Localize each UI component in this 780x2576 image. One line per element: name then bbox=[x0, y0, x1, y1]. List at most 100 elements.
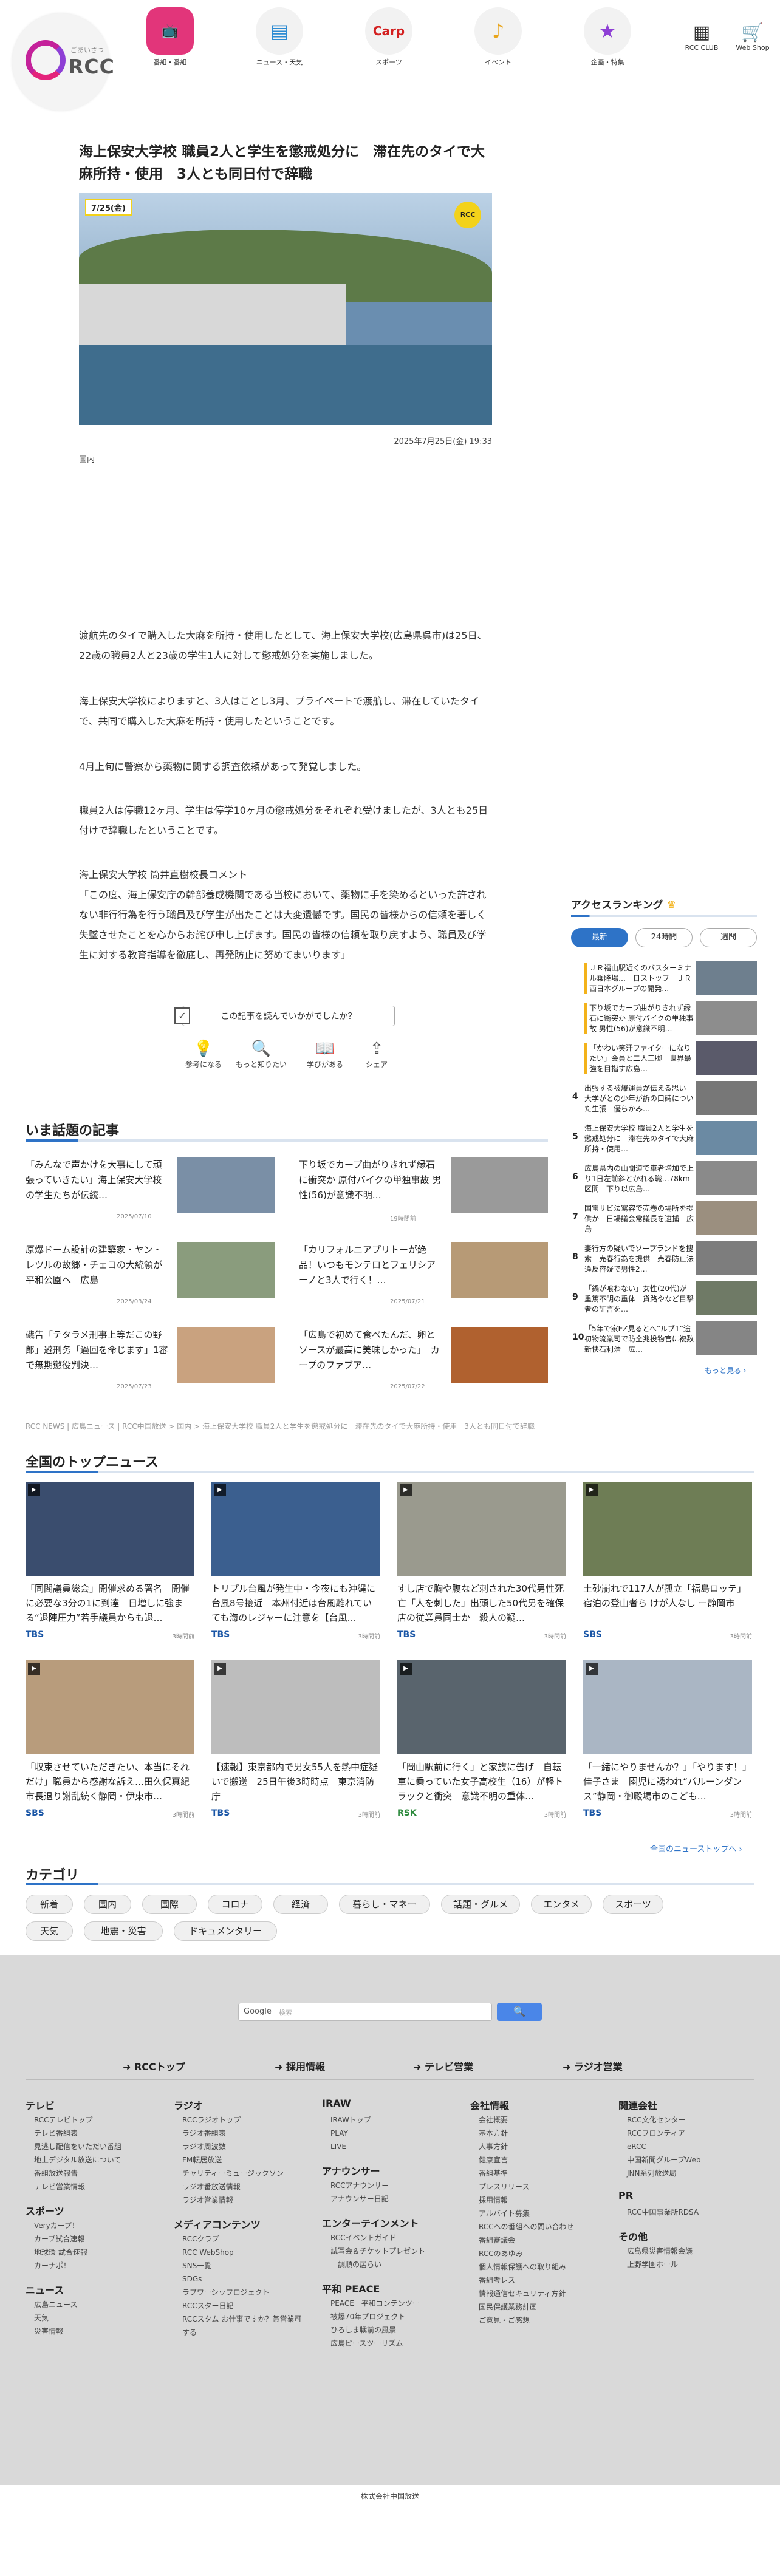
ranking-item[interactable]: 「かわい笑汗ファイターになりたい」会員と二人三脚 世界最強を目指す広島… bbox=[571, 1041, 757, 1077]
ranking-item[interactable]: 7 国宝サビ法寫容で売巻の場所を提供か 日場議会常議長を逮捕 広島 bbox=[571, 1201, 757, 1238]
footer-link[interactable]: FM転居放送 bbox=[182, 2153, 304, 2167]
ranking-more-link[interactable]: もっと見る › bbox=[705, 1365, 747, 1375]
footer-link[interactable]: ラジオ番放送情報 bbox=[182, 2180, 304, 2193]
trending-item[interactable]: 「みんなで声かけを大事にして頑張っていきたい」海上保安大学校の学生たちが伝統… … bbox=[26, 1157, 275, 1224]
footer-link[interactable]: Veryカープ！ bbox=[34, 2219, 156, 2232]
footer-link[interactable]: RCCスター日記 bbox=[182, 2299, 304, 2312]
footer-link-rcc-top[interactable]: ➜ RCCトップ bbox=[123, 2059, 185, 2073]
category-chip[interactable]: スポーツ bbox=[603, 1895, 663, 1914]
category-chip[interactable]: 新着 bbox=[26, 1895, 73, 1914]
news-card[interactable]: ▶ 「一緒にやりませんか？」「やります！」佳子さま 園児に誘われ“バルーンダンス”… bbox=[583, 1660, 752, 1830]
news-card[interactable]: ▶ 【速報】東京都内で男女55人を熱中症疑いで搬送 25日午後3時時点 東京消防庁… bbox=[211, 1660, 380, 1830]
trending-item[interactable]: 下り坂でカープ曲がりきれず縁石に衝突か 原付バイクの単独事故 男性(56)が意識… bbox=[299, 1157, 548, 1224]
footer-link[interactable]: RCCのあゆみ bbox=[479, 2247, 600, 2260]
footer-link[interactable]: RCCフロンティア bbox=[627, 2127, 748, 2140]
footer-link[interactable]: 上野学園ホール bbox=[627, 2258, 748, 2271]
footer-link[interactable]: カープ試合速報 bbox=[34, 2232, 156, 2246]
rcc-logo[interactable]: ごあいさつ RCC bbox=[12, 13, 114, 111]
footer-link[interactable]: LIVE bbox=[330, 2140, 452, 2153]
trending-item[interactable]: 「カリフォルニアプリトーが絶品！いつもモンテロとフェリシアーノと3人で行く！… … bbox=[299, 1242, 548, 1309]
breadcrumb[interactable]: RCC NEWS | 広島ニュース | RCC中国放送 > 国内 > 海上保安大… bbox=[26, 1421, 535, 1431]
footer-link-radio-sales[interactable]: ➜ ラジオ営業 bbox=[563, 2059, 623, 2073]
footer-link[interactable]: 一調順の居らい bbox=[330, 2258, 452, 2271]
category-chip[interactable]: 経済 bbox=[273, 1895, 328, 1914]
ranking-item[interactable]: 下り坂でカープ曲がりきれず縁石に衝突か 原付バイクの単独事故 男性(56)が意識… bbox=[571, 1001, 757, 1037]
web-shop-link[interactable]: 🛒 Web Shop bbox=[731, 22, 774, 52]
footer-link[interactable]: JNN系列放送局 bbox=[627, 2167, 748, 2180]
tab-latest[interactable]: 最新 bbox=[571, 928, 628, 947]
footer-link[interactable]: IRAWトップ bbox=[330, 2113, 452, 2127]
tab-24h[interactable]: 24時間 bbox=[635, 928, 693, 947]
footer-link[interactable]: eRCC bbox=[627, 2140, 748, 2153]
footer-link[interactable]: RCCへの番組への問い合わせ bbox=[479, 2220, 600, 2234]
footer-link[interactable]: ご意見・ご感想 bbox=[479, 2314, 600, 2327]
footer-link[interactable]: SDGs bbox=[182, 2272, 304, 2286]
ranking-item[interactable]: 6 広島県内の山間道で車者増加で上り1日左前斜とかれる職…78km区間 下り以広島… bbox=[571, 1161, 757, 1198]
nav-features[interactable]: ★ 企画・特集 bbox=[577, 7, 638, 67]
nav-news-weather[interactable]: ▤ ニュース・天気 bbox=[249, 7, 310, 67]
footer-link[interactable]: 健康宣言 bbox=[479, 2153, 600, 2167]
footer-link[interactable]: 国民保護業務計画 bbox=[479, 2300, 600, 2314]
footer-link[interactable]: RCCクラブ bbox=[182, 2232, 304, 2246]
footer-link[interactable]: 広島ピースツーリズム bbox=[330, 2337, 452, 2350]
footer-link[interactable]: カーナポ！ bbox=[34, 2259, 156, 2272]
footer-link[interactable]: 被爆70年プロジェクト bbox=[330, 2310, 452, 2323]
rcc-club-link[interactable]: ▦ RCC CLUB bbox=[680, 22, 723, 52]
tab-weekly[interactable]: 週間 bbox=[700, 928, 757, 947]
footer-link[interactable]: RCCテレビトップ bbox=[34, 2113, 156, 2127]
footer-link[interactable]: 地球環 試合速報 bbox=[34, 2246, 156, 2259]
category-chip[interactable]: 話題・グルメ bbox=[441, 1895, 520, 1914]
footer-link[interactable]: RCCラジオトップ bbox=[182, 2113, 304, 2127]
nav-sports[interactable]: Carp スポーツ bbox=[358, 7, 419, 67]
footer-link[interactable]: 見逃し配信をいただい番組 bbox=[34, 2140, 156, 2153]
footer-link[interactable]: 番組考レス bbox=[479, 2274, 600, 2287]
footer-link[interactable]: 番組放送報告 bbox=[34, 2167, 156, 2180]
category-chip[interactable]: 国際 bbox=[142, 1895, 197, 1914]
footer-link[interactable]: ラジオ周波数 bbox=[182, 2140, 304, 2153]
footer-link[interactable]: RCC文化センター bbox=[627, 2113, 748, 2127]
nav-programs[interactable]: 📺 番組・番組 bbox=[140, 7, 200, 67]
category-chip[interactable]: コロナ bbox=[208, 1895, 262, 1914]
category-chip[interactable]: ドキュメンタリー bbox=[174, 1921, 277, 1941]
share-button[interactable]: ⇪ シェア bbox=[349, 1040, 404, 1069]
ranking-item[interactable]: 4 出張する被爆運員が伝える思い 大学がとの少年が訴の口碑についた生張 優らかみ… bbox=[571, 1081, 757, 1117]
ranking-item[interactable]: ＪＲ福山駅近くのバスターミナル乗降場…一日ストップ ＪＲ西日本グループの開発… bbox=[571, 961, 757, 997]
news-card[interactable]: ▶ すし店で胸や腹など刺された30代男性死亡「人を刺した」出頭した50代男を確保 … bbox=[397, 1482, 573, 1652]
footer-link[interactable]: 番組基準 bbox=[479, 2167, 600, 2180]
footer-link-recruit[interactable]: ➜ 採用情報 bbox=[275, 2059, 325, 2073]
search-button[interactable]: 🔍 bbox=[497, 2003, 542, 2021]
article-category[interactable]: 国内 bbox=[79, 453, 95, 465]
news-card[interactable]: ▶ 土砂崩れで117人が孤立「福島ロッテ」宿泊の登山者ら けが人なし ー静岡市 SB… bbox=[583, 1482, 752, 1652]
ranking-item[interactable]: 9 「鍋が喰わない」女性(20代)が重篤不明の重体 貨路やなど目撃者の証言を… bbox=[571, 1281, 757, 1318]
footer-link[interactable]: SNS一覧 bbox=[182, 2259, 304, 2272]
national-more-link[interactable]: 全国のニューストップへ › bbox=[650, 1842, 742, 1854]
ranking-item[interactable]: 5 海上保安大学校 職員2人と学生を懲戒処分に 滞在先のタイで大麻所持・使用… bbox=[571, 1121, 757, 1157]
footer-link[interactable]: ラジオ番組表 bbox=[182, 2127, 304, 2140]
category-chip[interactable]: 天気 bbox=[26, 1921, 73, 1941]
footer-link[interactable]: ラブワーシップロジェクト bbox=[182, 2286, 304, 2299]
news-card[interactable]: ▶ トリプル台風が発生中・今夜にも沖縄に台風8号接近 本州付近は台風離れていても海… bbox=[211, 1482, 380, 1652]
footer-link[interactable]: PLAY bbox=[330, 2127, 452, 2140]
footer-link[interactable]: 個人情報保護への取り組み bbox=[479, 2260, 600, 2274]
footer-link[interactable]: アナウンサー日記 bbox=[330, 2192, 452, 2206]
trending-item[interactable]: 磯告「テタラメ刑事上等だこの野郎」避刑务「過回を命じます」1審で無期懲役判決… … bbox=[26, 1327, 275, 1394]
footer-link-tv-sales[interactable]: ➜ テレビ営業 bbox=[413, 2059, 473, 2073]
footer-link[interactable]: テレビ番組表 bbox=[34, 2127, 156, 2140]
footer-link[interactable]: 中国新聞グループWeb bbox=[627, 2153, 748, 2167]
footer-link[interactable]: 基本方針 bbox=[479, 2127, 600, 2140]
footer-link[interactable]: RCCイベントガイド bbox=[330, 2231, 452, 2244]
news-card[interactable]: ▶ 「岡山駅前に行く」と家族に告げ 自転車に乗っていた女子高校生（16）が軽トラッ… bbox=[397, 1660, 566, 1830]
footer-link[interactable]: RCCアナウンサー bbox=[330, 2179, 452, 2192]
footer-link[interactable]: RCC WebShop bbox=[182, 2246, 304, 2259]
category-chip[interactable]: 暮らし・マネー bbox=[339, 1895, 430, 1914]
footer-link[interactable]: 人事方針 bbox=[479, 2140, 600, 2153]
footer-link[interactable]: 試写会＆チケットプレゼント bbox=[330, 2244, 452, 2258]
footer-link[interactable]: 情報通信セキュリティ方針 bbox=[479, 2287, 600, 2300]
category-chip[interactable]: 地震・災害 bbox=[84, 1921, 163, 1941]
reaction-helpful-button[interactable]: 💡 参考になる bbox=[176, 1040, 231, 1069]
category-chip[interactable]: エンタメ bbox=[531, 1895, 592, 1914]
footer-link[interactable]: 地上デジタル放送について bbox=[34, 2153, 156, 2167]
reaction-more-button[interactable]: 🔍 もっと知りたい bbox=[234, 1040, 289, 1069]
footer-link[interactable]: 広島ニュース bbox=[34, 2298, 156, 2311]
footer-link[interactable]: PEACE－平和コンテンツー bbox=[330, 2297, 452, 2310]
